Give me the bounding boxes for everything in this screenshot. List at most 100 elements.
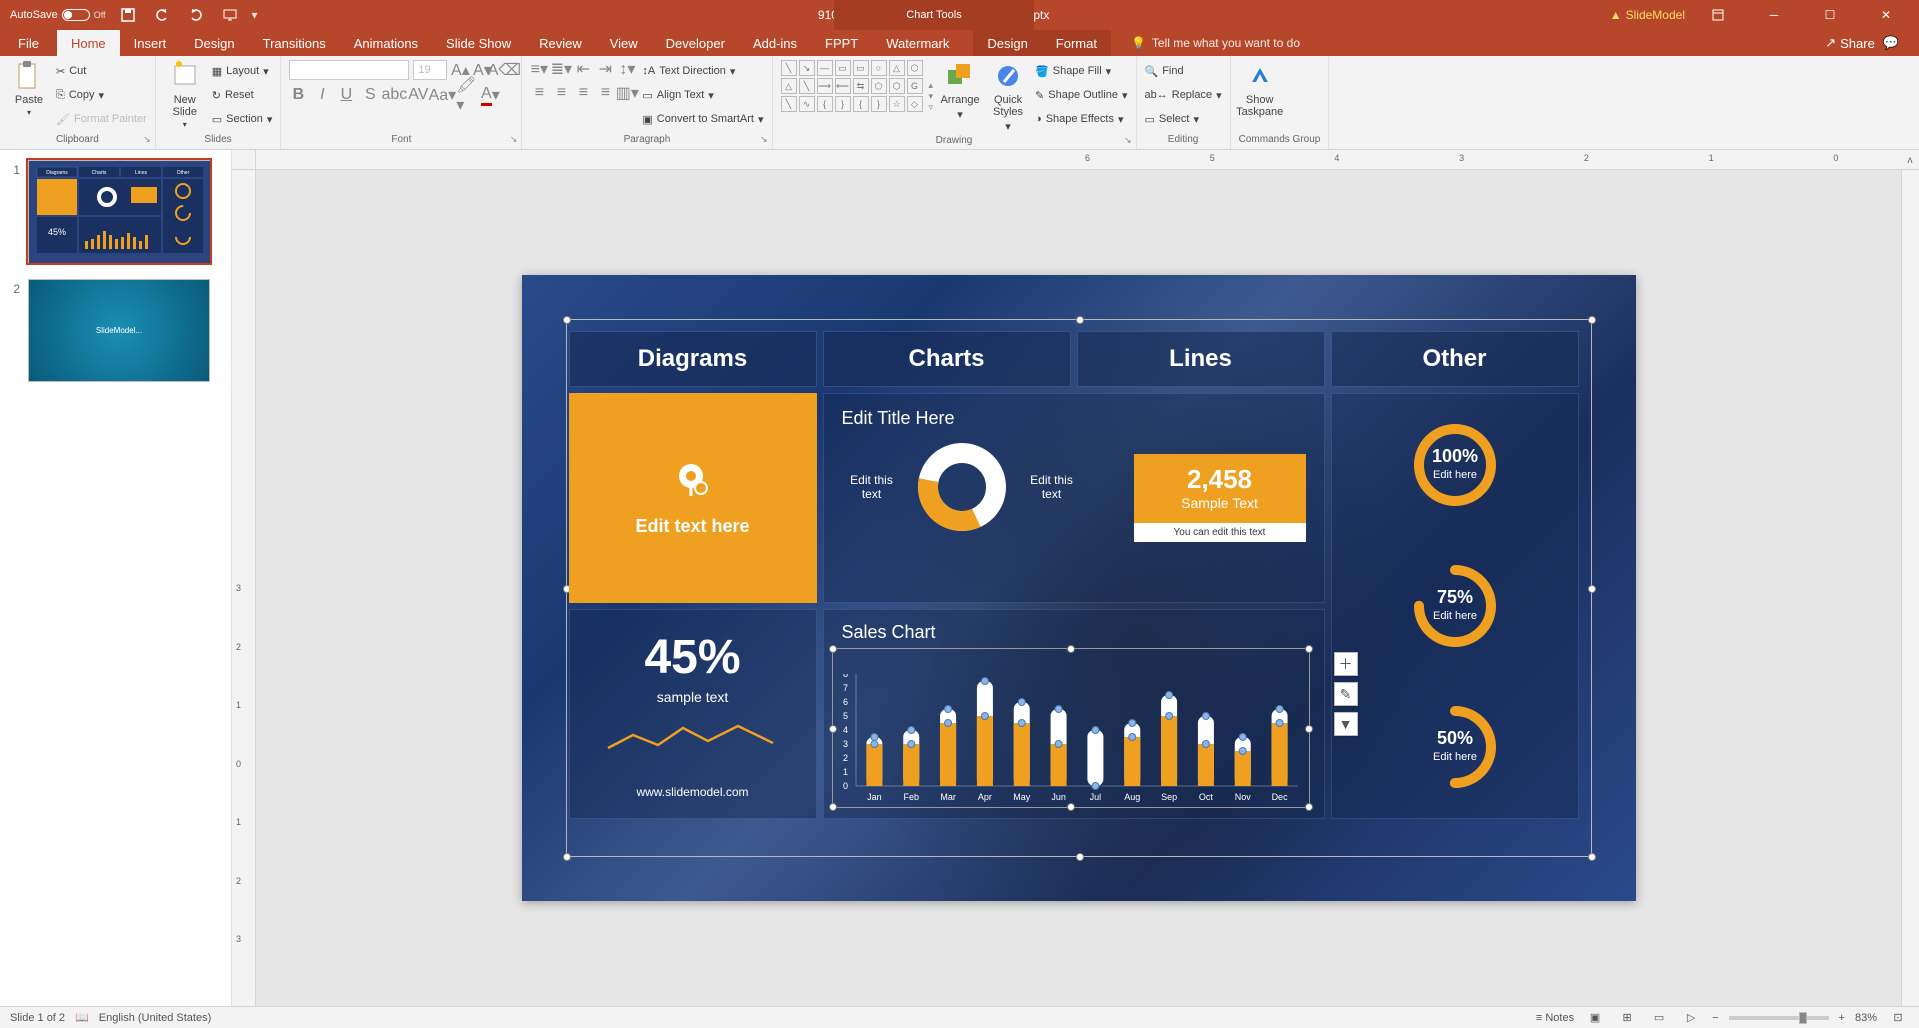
section-button[interactable]: ▭ Section ▾: [212, 108, 273, 130]
horizontal-ruler[interactable]: 6543210123456: [256, 150, 1919, 170]
line-spacing-icon[interactable]: ↕▾: [618, 60, 636, 78]
save-icon[interactable]: [116, 3, 140, 27]
paste-button[interactable]: Paste▾: [8, 60, 50, 117]
chart-styles-button[interactable]: ✎: [1334, 682, 1358, 706]
tab-home[interactable]: Home: [57, 30, 120, 56]
normal-view-icon[interactable]: ▣: [1584, 1009, 1606, 1027]
numbering-icon[interactable]: ≣▾: [552, 60, 570, 78]
tell-me-search[interactable]: 💡 Tell me what you want to do: [1131, 36, 1300, 50]
tab-view[interactable]: View: [596, 30, 652, 56]
undo-icon[interactable]: [150, 3, 174, 27]
shadow-icon[interactable]: abc: [385, 86, 403, 104]
clipboard-launcher-icon[interactable]: ↘: [143, 134, 151, 145]
donut-chart[interactable]: [914, 439, 1010, 535]
char-spacing-icon[interactable]: AV: [409, 86, 427, 104]
tab-slideshow[interactable]: Slide Show: [432, 30, 525, 56]
collapse-ribbon-icon[interactable]: ʌ: [1901, 150, 1919, 170]
font-color-icon[interactable]: A▾: [481, 86, 499, 104]
slide-thumbnail-panel[interactable]: 1 Diagrams Charts Lines Other 45%: [0, 150, 232, 1006]
shapes-gallery[interactable]: ╲↘—▭▭○△⬡ △╲⟶⟵⇆⬠⬡G ╲∿{}{}☆◇: [781, 60, 923, 112]
progress-ring-50[interactable]: 50% Edit here: [1400, 692, 1510, 802]
copy-button[interactable]: ⎘ Copy ▾: [56, 84, 147, 106]
zoom-level[interactable]: 83%: [1855, 1012, 1877, 1024]
align-text-button[interactable]: ▭ Align Text ▾: [642, 84, 763, 106]
underline-icon[interactable]: U: [337, 86, 355, 104]
new-slide-button[interactable]: New Slide▾: [164, 60, 206, 129]
maximize-icon[interactable]: ☐: [1807, 0, 1853, 30]
start-slideshow-icon[interactable]: [218, 3, 242, 27]
format-painter-button[interactable]: 🖌 Format Painter: [56, 108, 147, 130]
quick-styles-button[interactable]: Quick Styles▾: [987, 60, 1029, 133]
slide-thumbnail-1[interactable]: Diagrams Charts Lines Other 45%: [28, 160, 210, 263]
tab-chart-format[interactable]: Format: [1042, 30, 1111, 56]
tab-animations[interactable]: Animations: [340, 30, 432, 56]
slide[interactable]: Diagrams Charts Lines Other Edit text he…: [522, 275, 1636, 901]
tab-review[interactable]: Review: [525, 30, 596, 56]
slide-thumbnail-2[interactable]: SlideModel...: [28, 279, 210, 382]
text-direction-button[interactable]: ↕A Text Direction ▾: [642, 60, 763, 82]
close-icon[interactable]: ✕: [1863, 0, 1909, 30]
fit-to-window-icon[interactable]: ⊡: [1887, 1009, 1909, 1027]
bold-icon[interactable]: B: [289, 86, 307, 104]
slide-indicator[interactable]: Slide 1 of 2: [10, 1012, 65, 1024]
zoom-out-button[interactable]: −: [1712, 1012, 1718, 1024]
cut-button[interactable]: ✂ Cut: [56, 60, 147, 82]
progress-ring-75[interactable]: 75% Edit here: [1400, 551, 1510, 661]
reset-button[interactable]: ↻ Reset: [212, 84, 273, 106]
sorter-view-icon[interactable]: ⊞: [1616, 1009, 1638, 1027]
align-left-icon[interactable]: ≡: [530, 84, 548, 102]
increase-indent-icon[interactable]: ⇥: [596, 60, 614, 78]
chart-filters-button[interactable]: ▼: [1334, 712, 1358, 736]
vertical-scrollbar[interactable]: [1901, 170, 1919, 1006]
font-launcher-icon[interactable]: ↘: [510, 134, 518, 145]
autosave-toggle[interactable]: AutoSave Off: [10, 9, 106, 21]
justify-icon[interactable]: ≡: [596, 84, 614, 102]
show-taskpane-button[interactable]: Show Taskpane: [1239, 60, 1281, 118]
slidemodel-warning[interactable]: ▲ SlideModel: [1610, 8, 1685, 22]
drawing-launcher-icon[interactable]: ↘: [1124, 135, 1132, 146]
tab-developer[interactable]: Developer: [652, 30, 739, 56]
slide-canvas[interactable]: Diagrams Charts Lines Other Edit text he…: [256, 170, 1901, 1006]
spellcheck-icon[interactable]: 📖: [75, 1011, 89, 1024]
highlight-icon[interactable]: 🖍▾: [457, 86, 475, 104]
tab-watermark[interactable]: Watermark: [872, 30, 963, 56]
charts-tile[interactable]: Edit Title Here Edit this text Edit this…: [823, 393, 1325, 603]
stat-card[interactable]: 2,458 Sample Text You can edit this text: [1134, 454, 1306, 542]
replace-button[interactable]: ab↔ Replace ▾: [1145, 84, 1222, 106]
italic-icon[interactable]: I: [313, 86, 331, 104]
minimize-icon[interactable]: ─: [1751, 0, 1797, 30]
zoom-in-button[interactable]: +: [1839, 1012, 1845, 1024]
share-button[interactable]: ↗ Share: [1825, 35, 1875, 51]
smartart-button[interactable]: ▣ Convert to SmartArt ▾: [642, 108, 763, 130]
progress-ring-100[interactable]: 100% Edit here: [1400, 410, 1510, 520]
language-indicator[interactable]: English (United States): [99, 1012, 212, 1024]
find-button[interactable]: 🔍 Find: [1145, 60, 1222, 82]
select-button[interactable]: ▭ Select ▾: [1145, 108, 1222, 130]
chart-elements-button[interactable]: ＋: [1334, 652, 1358, 676]
vertical-ruler[interactable]: 3210123: [232, 170, 256, 1006]
layout-button[interactable]: ▦ Layout ▾: [212, 60, 273, 82]
tab-insert[interactable]: Insert: [120, 30, 181, 56]
strike-icon[interactable]: S: [361, 86, 379, 104]
columns-icon[interactable]: ▥▾: [618, 84, 636, 102]
sales-tile[interactable]: Sales Chart 012345678JanFebMarAprMayJunJ…: [823, 609, 1325, 819]
redo-icon[interactable]: [184, 3, 208, 27]
slideshow-view-icon[interactable]: ▷: [1680, 1009, 1702, 1027]
tab-design[interactable]: Design: [180, 30, 248, 56]
percent-tile[interactable]: 45% sample text www.slidemodel.com: [569, 609, 817, 819]
header-diagrams[interactable]: Diagrams: [569, 331, 817, 387]
tab-addins[interactable]: Add-ins: [739, 30, 811, 56]
comments-icon[interactable]: 💬: [1883, 35, 1899, 51]
align-right-icon[interactable]: ≡: [574, 84, 592, 102]
zoom-slider[interactable]: [1729, 1016, 1829, 1020]
shape-effects-button[interactable]: ◑ Shape Effects ▾: [1035, 108, 1127, 130]
paragraph-launcher-icon[interactable]: ↘: [760, 134, 768, 145]
change-case-icon[interactable]: Aa▾: [433, 86, 451, 104]
orange-tile[interactable]: Edit text here: [569, 393, 817, 603]
font-family-combo[interactable]: [289, 60, 409, 80]
font-size-combo[interactable]: 19: [413, 60, 447, 80]
notes-button[interactable]: ≡ Notes: [1536, 1012, 1574, 1024]
shape-fill-button[interactable]: 🪣 Shape Fill ▾: [1035, 60, 1127, 82]
arrange-button[interactable]: Arrange▾: [939, 60, 981, 121]
header-lines[interactable]: Lines: [1077, 331, 1325, 387]
